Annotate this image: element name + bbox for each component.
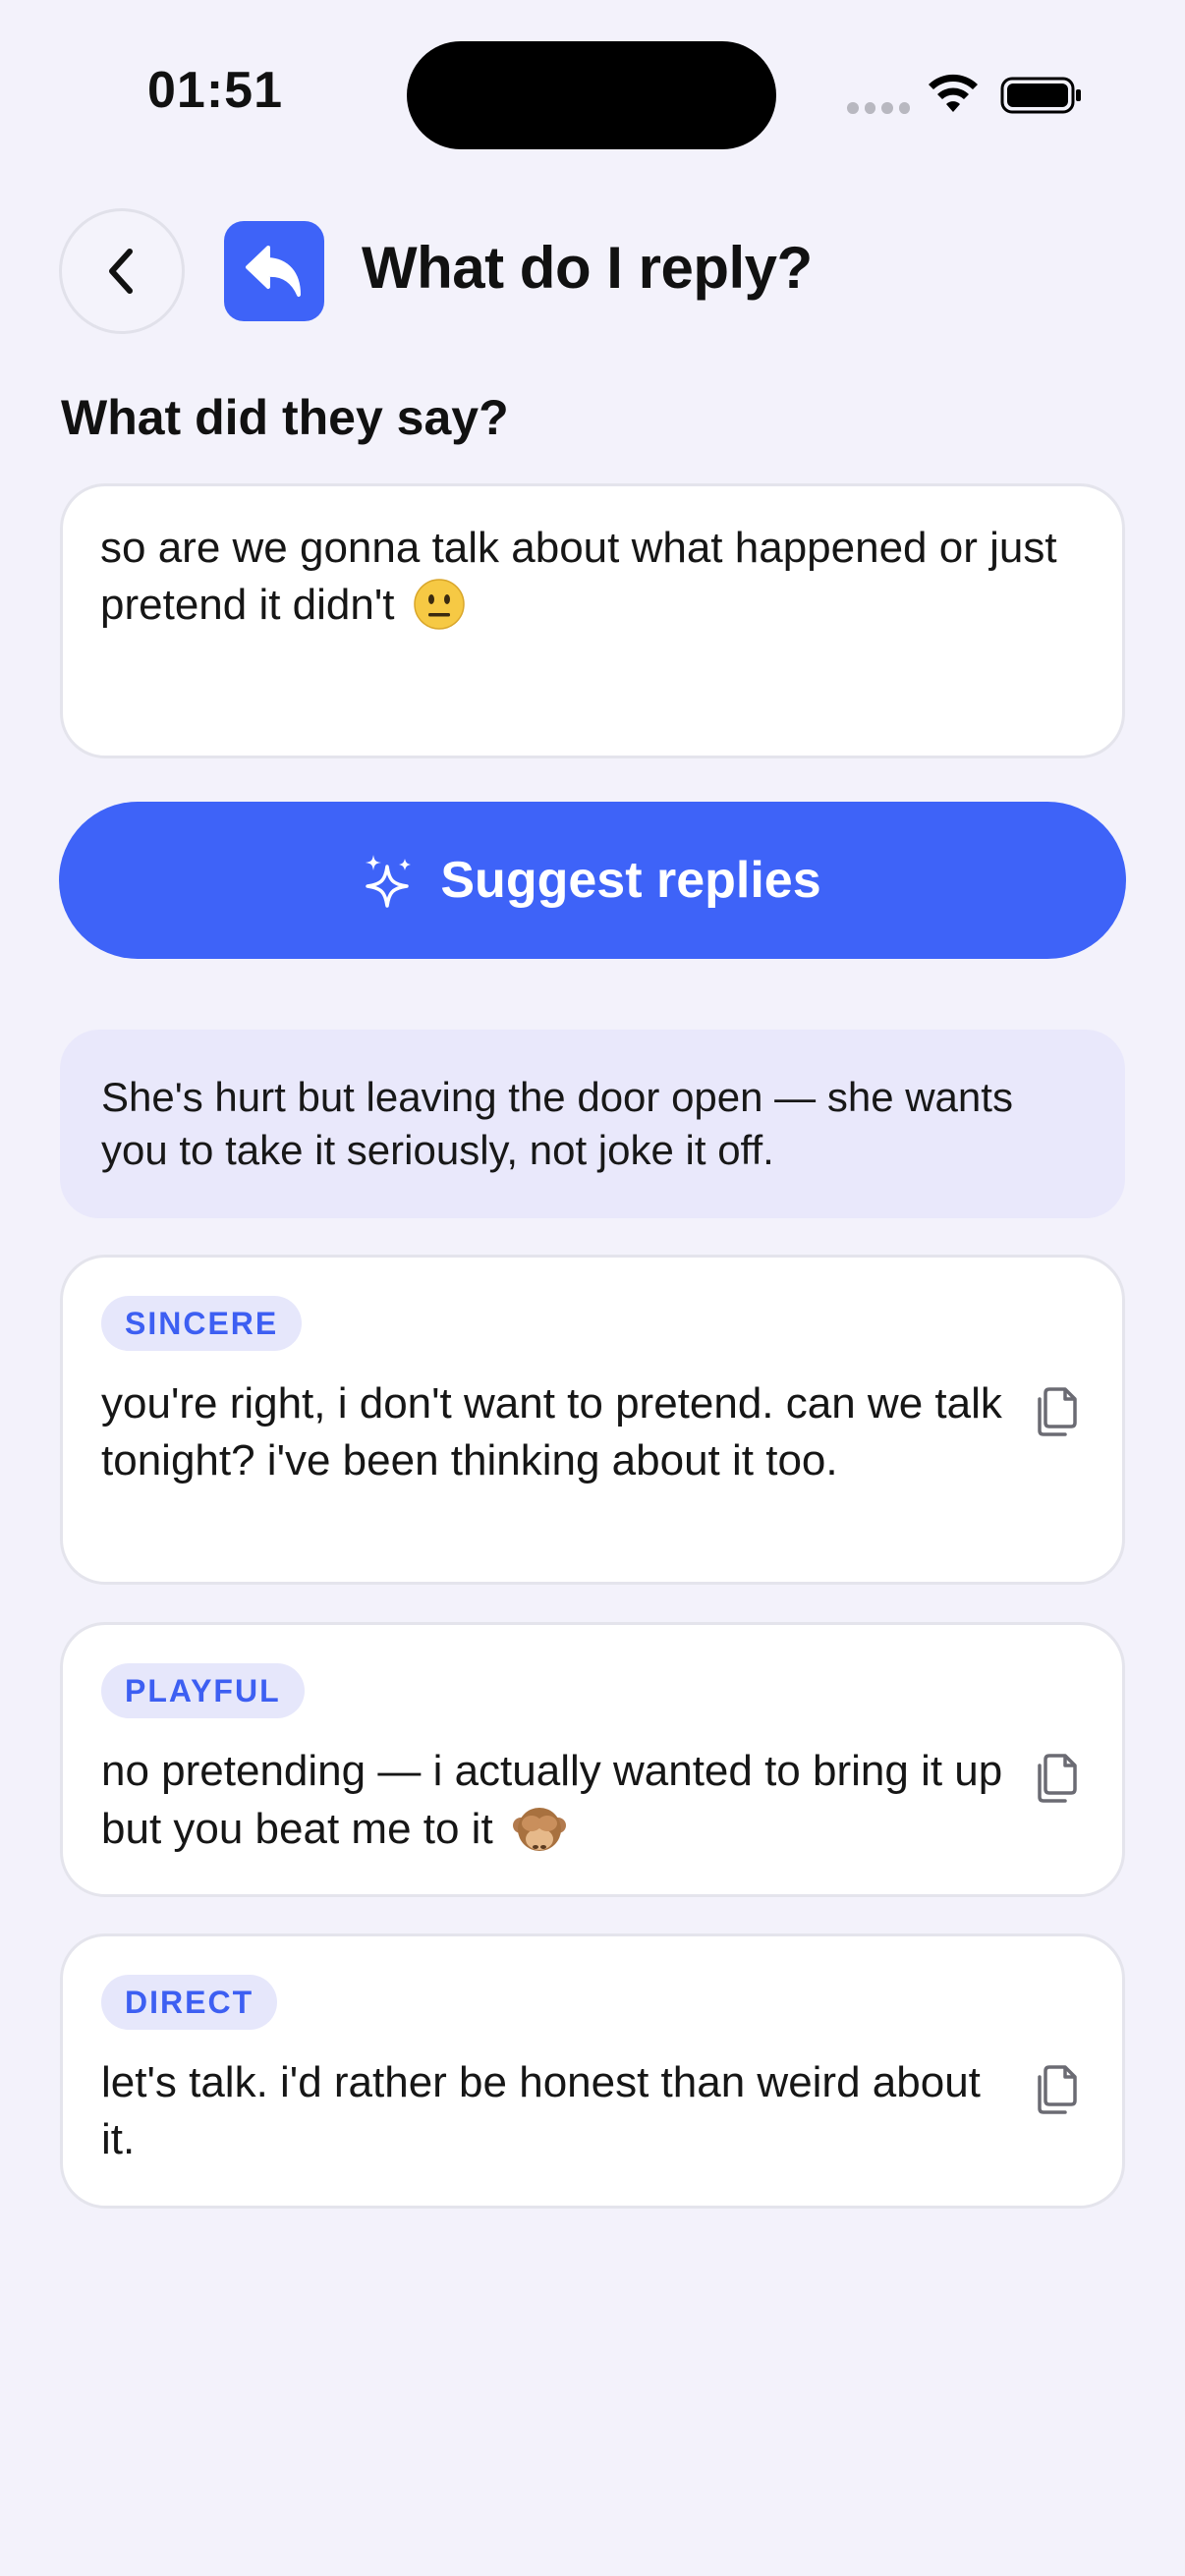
- reply-text: let's talk. i'd rather be honest than we…: [101, 2058, 981, 2163]
- page-title: What do I reply?: [362, 235, 813, 301]
- tone-badge: DIRECT: [101, 1975, 278, 2030]
- copy-icon[interactable]: [1034, 1750, 1081, 1805]
- copy-icon[interactable]: [1034, 1383, 1081, 1438]
- app-icon: [224, 221, 324, 321]
- insight-card: She's hurt but leaving the door open — s…: [60, 1030, 1125, 1218]
- suggest-replies-button[interactable]: Suggest replies: [59, 802, 1126, 959]
- reply-arrow-icon: [246, 246, 301, 297]
- neutral-face-emoji: [413, 579, 465, 630]
- reply-text: you're right, i don't want to pretend. c…: [101, 1379, 1002, 1484]
- input-section-label: What did they say?: [61, 390, 509, 445]
- dynamic-island: [407, 41, 776, 149]
- cellular-signal-icon: [847, 102, 910, 118]
- message-text: so are we gonna talk about what happened…: [100, 524, 1057, 629]
- status-bar: 01:51: [0, 0, 1185, 187]
- status-time: 01:51: [147, 62, 283, 119]
- suggest-replies-label: Suggest replies: [440, 852, 821, 909]
- reply-card-direct[interactable]: DIRECT let's talk. i'd rather be honest …: [60, 1933, 1125, 2209]
- reply-card-playful[interactable]: PLAYFUL no pretending — i actually wante…: [60, 1622, 1125, 1897]
- battery-icon: [1000, 77, 1081, 114]
- chevron-left-icon: [109, 249, 133, 294]
- tone-badge: SINCERE: [101, 1296, 303, 1351]
- message-input[interactable]: so are we gonna talk about what happened…: [60, 483, 1125, 758]
- copy-icon[interactable]: [1034, 2061, 1081, 2116]
- wifi-icon: [929, 74, 978, 112]
- reply-card-sincere[interactable]: SINCERE you're right, i don't want to pr…: [60, 1255, 1125, 1585]
- sparkles-icon: [366, 855, 412, 908]
- reply-text: no pretending — i actually wanted to bri…: [101, 1743, 1025, 1858]
- see-no-evil-monkey-emoji: [512, 1808, 566, 1851]
- back-button[interactable]: [59, 208, 185, 334]
- tone-badge: PLAYFUL: [101, 1663, 305, 1718]
